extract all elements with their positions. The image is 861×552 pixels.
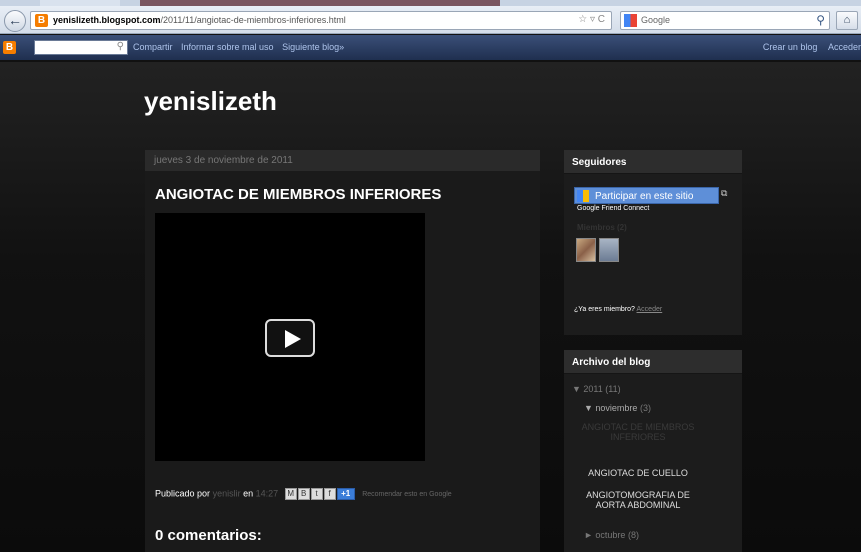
email-icon[interactable]: M — [284, 488, 297, 500]
home-icon: ⌂ — [843, 14, 851, 26]
author-link[interactable]: yenislir — [213, 488, 241, 498]
gfc-icon — [577, 190, 589, 202]
create-blog-link[interactable]: Crear un blog — [763, 42, 818, 52]
bookmark-star-icon[interactable]: ☆ ▿ C — [578, 14, 605, 25]
report-abuse-link[interactable]: Informar sobre mal uso — [181, 42, 274, 52]
archive-year-count: (11) — [605, 384, 621, 394]
already-member: ¿Ya eres miembro? Acceder — [574, 306, 662, 313]
archive-widget: Archivo del blog ▼ 2011 (11) ▼ noviembre… — [564, 350, 742, 552]
archive-title: Archivo del blog — [564, 350, 742, 374]
home-button[interactable]: ⌂ — [836, 11, 858, 30]
play-icon[interactable] — [265, 319, 315, 357]
avatar[interactable] — [576, 238, 596, 262]
archive-post-link[interactable]: ANGIOTAC DE CUELLO — [578, 468, 698, 478]
google-logo-icon[interactable] — [624, 14, 637, 27]
blogger-nav-links: Compartir Informar sobre mal uso Siguien… — [133, 42, 350, 52]
address-bar[interactable]: B yenislizeth.blogspot.com/2011/11/angio… — [30, 11, 612, 30]
back-button[interactable]: ← — [4, 10, 26, 32]
recommend-text: Recomendar esto en Google — [362, 491, 452, 499]
archive-month-count: (3) — [639, 403, 651, 413]
blogger-nav-right: Crear un blog Acceder — [755, 42, 861, 52]
archive-month[interactable]: ► octubre (8) — [584, 530, 639, 540]
archive-month-label: ► octubre — [584, 530, 626, 540]
blogger-favicon-icon: B — [35, 14, 48, 27]
join-site-label: Participar en este sitio — [595, 191, 694, 202]
archive-month[interactable]: ▼ noviembre (3) — [584, 403, 651, 413]
popout-icon[interactable]: ⧉ — [721, 188, 727, 199]
post-title[interactable]: ANGIOTAC DE MIEMBROS INFERIORES — [155, 186, 441, 203]
blog-page: yenislizeth jueves 3 de noviembre de 201… — [0, 62, 861, 552]
next-blog-link[interactable]: Siguiente blog» — [282, 42, 344, 52]
post-date-header: jueves 3 de noviembre de 2011 — [145, 150, 540, 172]
browser-toolbar: ← B yenislizeth.blogspot.com/2011/11/ang… — [0, 6, 861, 34]
gfc-label: Google Friend Connect — [577, 205, 650, 212]
search-engine-label: Google — [641, 15, 671, 25]
archive-year[interactable]: ▼ 2011 (11) — [572, 384, 621, 394]
members-label: Miembros (2) — [577, 223, 627, 232]
archive-year-label: ▼ 2011 — [572, 384, 603, 394]
search-icon[interactable]: ⚲ — [816, 13, 825, 27]
search-icon[interactable]: ⚲ — [117, 41, 124, 52]
join-site-button[interactable]: Participar en este sitio — [574, 187, 719, 204]
post-time-link[interactable]: 14:27 — [256, 488, 279, 498]
post-footer: Publicado por yenislir en 14:27 M Bt f +1 R… — [155, 488, 452, 500]
at-label: en — [243, 488, 254, 499]
followers-title: Seguidores — [564, 150, 742, 174]
share-link[interactable]: Compartir — [133, 42, 173, 52]
blog-search-input[interactable]: ⚲ — [34, 40, 128, 55]
sign-in-link[interactable]: Acceder — [637, 306, 663, 313]
plus-one-button[interactable]: +1 — [336, 488, 355, 500]
archive-month-count: (8) — [627, 530, 639, 540]
url-domain: yenislizeth.blogspot.com — [53, 15, 161, 25]
blogthis-icon[interactable]: B — [297, 488, 310, 500]
blog-title[interactable]: yenislizeth — [144, 86, 277, 117]
share-buttons: M Bt f +1 — [284, 488, 356, 500]
facebook-icon[interactable]: f — [323, 488, 336, 500]
published-by-label: Publicado por — [155, 488, 211, 499]
url-path: /2011/11/angiotac-de-miembros-inferiores… — [160, 15, 346, 25]
already-member-text: ¿Ya eres miembro? — [574, 306, 635, 313]
video-player[interactable] — [155, 213, 425, 461]
back-arrow-icon: ← — [8, 12, 22, 28]
archive-post-link[interactable]: ANGIOTOMOGRAFIA DE AORTA ABDOMINAL — [578, 490, 698, 510]
avatar[interactable] — [599, 238, 619, 262]
archive-post-link[interactable]: ANGIOTAC DE MIEMBROS INFERIORES — [578, 422, 698, 442]
twitter-icon[interactable]: t — [310, 488, 323, 500]
blogger-navbar: B ⚲ Compartir Informar sobre mal uso Sig… — [0, 35, 861, 61]
archive-month-label: ▼ noviembre — [584, 403, 638, 413]
post-date: jueves 3 de noviembre de 2011 — [154, 155, 293, 166]
sign-in-link[interactable]: Acceder — [828, 42, 861, 52]
url-text: yenislizeth.blogspot.com/2011/11/angiota… — [53, 15, 346, 25]
comments-title: 0 comentarios: — [155, 527, 262, 544]
blogger-logo-icon[interactable]: B — [3, 41, 16, 54]
post: ANGIOTAC DE MIEMBROS INFERIORES Publicad… — [145, 172, 540, 552]
search-input[interactable]: Google ⚲ — [620, 11, 830, 30]
followers-widget: Seguidores Participar en este sitio ⧉ Go… — [564, 150, 742, 335]
